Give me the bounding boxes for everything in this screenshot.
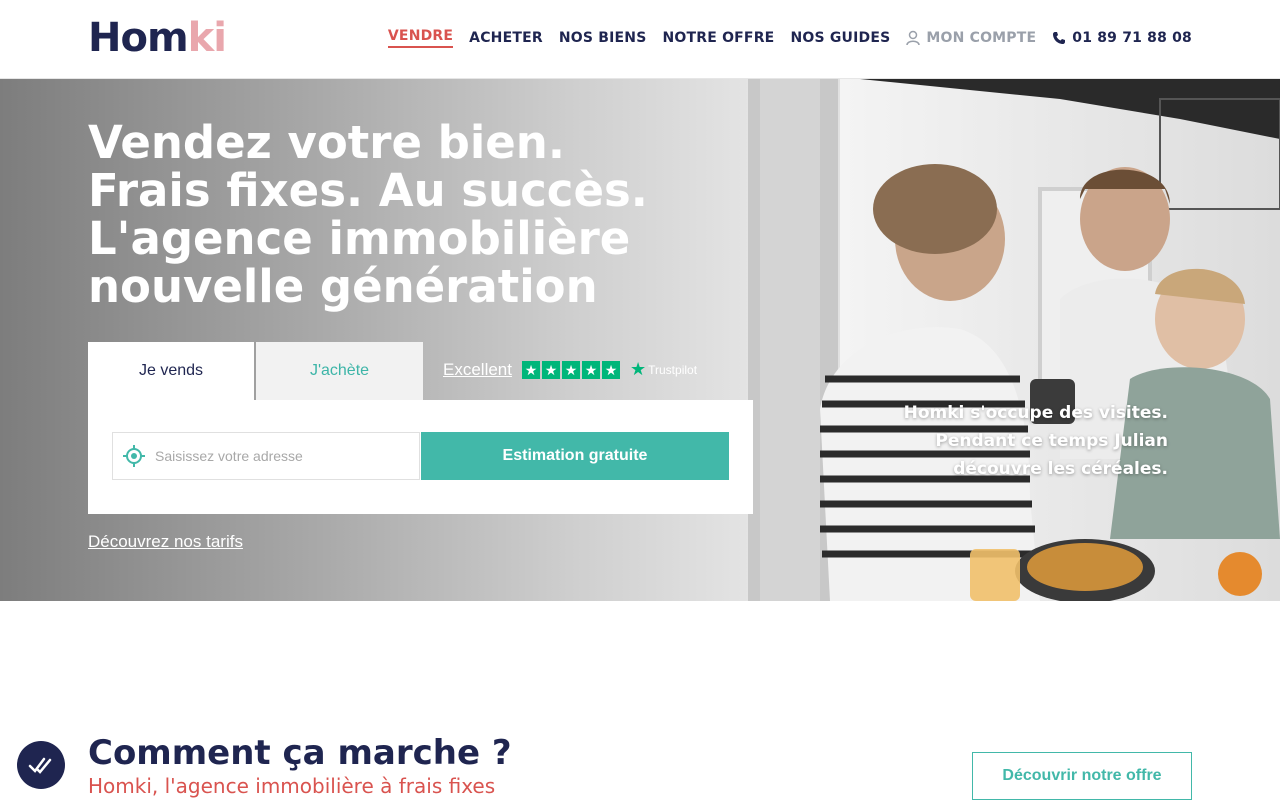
main-nav: VENDRE ACHETER NOS BIENS NOTRE OFFRE NOS… xyxy=(387,28,1192,48)
hero-section: Vendez votre bien. Frais fixes. Au succè… xyxy=(0,79,1280,601)
discover-offer-button[interactable]: Découvrir notre offre xyxy=(972,752,1192,800)
tab-je-vends[interactable]: Je vends xyxy=(88,342,254,400)
section-title: Comment ça marche ? xyxy=(88,733,512,773)
section-subtitle: Homki, l'agence immobilière à frais fixe… xyxy=(88,774,496,798)
star-icon: ★ xyxy=(581,360,600,379)
estimation-card: Estimation gratuite xyxy=(88,400,753,514)
logo-text-main: Hom xyxy=(88,15,189,61)
star-icon: ★ xyxy=(561,360,580,379)
star-icon: ★ xyxy=(541,360,560,379)
hero-title: Vendez votre bien. Frais fixes. Au succè… xyxy=(88,116,648,313)
nav-item-acheter[interactable]: ACHETER xyxy=(469,30,543,46)
nav-item-nos-biens[interactable]: NOS BIENS xyxy=(559,30,647,46)
estimation-button[interactable]: Estimation gratuite xyxy=(421,432,729,480)
account-label: MON COMPTE xyxy=(926,30,1037,46)
trustpilot-label: Trustpilot xyxy=(648,362,698,377)
address-field[interactable] xyxy=(112,432,420,480)
star-icon: ★ xyxy=(521,360,540,379)
trust-rating-label: Excellent xyxy=(443,359,512,379)
trustpilot-brand: ★ Trustpilot xyxy=(630,359,697,380)
address-input[interactable] xyxy=(153,447,417,465)
phone-link[interactable]: 01 89 71 88 08 xyxy=(1052,30,1192,46)
nav-item-nos-guides[interactable]: NOS GUIDES xyxy=(790,30,890,46)
user-icon xyxy=(906,30,921,46)
double-check-icon xyxy=(28,757,52,774)
location-target-icon xyxy=(123,445,145,467)
sell-buy-tabs: Je vends J'achète xyxy=(88,342,423,400)
tab-j-achete[interactable]: J'achète xyxy=(256,342,423,400)
trustpilot-widget[interactable]: Excellent ★ ★ ★ ★ ★ ★ Trustpilot xyxy=(443,359,697,380)
logo-text-accent: ki xyxy=(187,15,227,61)
phone-icon xyxy=(1053,32,1066,44)
tarifs-link[interactable]: Découvrez nos tarifs xyxy=(88,532,243,552)
site-header: Homki VENDRE ACHETER NOS BIENS NOTRE OFF… xyxy=(0,0,1280,79)
nav-item-vendre[interactable]: VENDRE xyxy=(387,28,454,48)
nav-item-notre-offre[interactable]: NOTRE OFFRE xyxy=(662,30,774,46)
trust-stars: ★ ★ ★ ★ ★ xyxy=(521,360,620,379)
star-icon: ★ xyxy=(601,360,620,379)
phone-number: 01 89 71 88 08 xyxy=(1072,30,1192,46)
checkmarks-icon xyxy=(17,741,65,789)
account-link[interactable]: MON COMPTE xyxy=(906,30,1036,46)
photo-caption: Homki s'occupe des visites. Pendant ce t… xyxy=(903,403,1168,479)
trustpilot-star-icon: ★ xyxy=(629,359,647,379)
homki-logo[interactable]: Homki xyxy=(88,14,227,62)
